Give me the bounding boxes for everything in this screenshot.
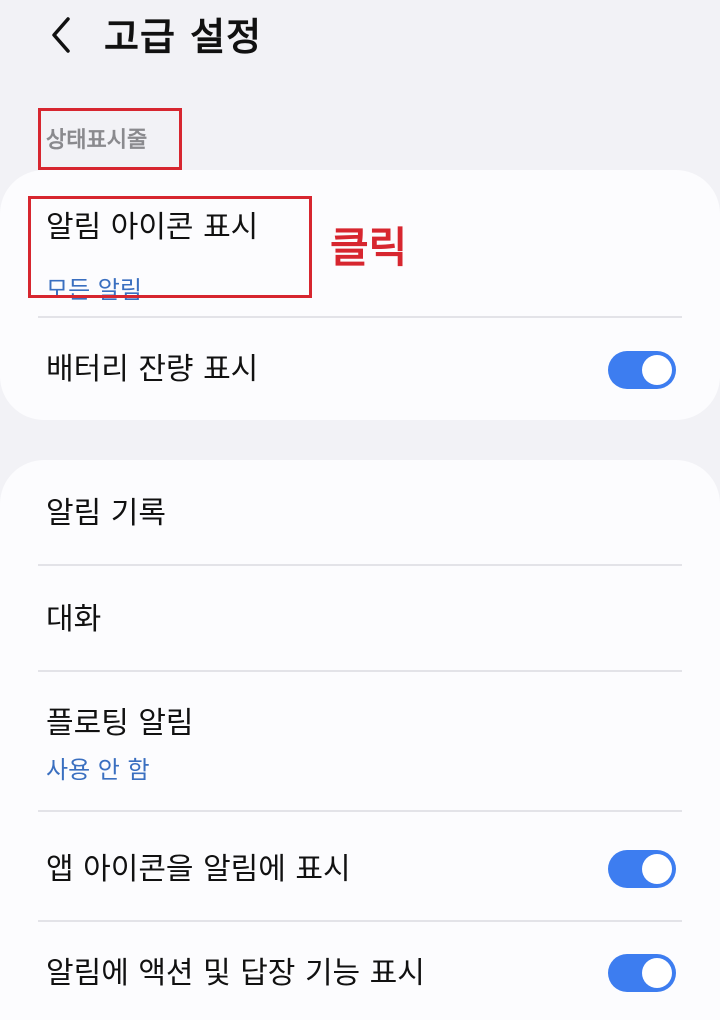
notification-settings-card: 알림 기록 대화 플로팅 알림 사용 안 함 앱 아이콘을 알림에 표시 알림에… xyxy=(0,460,720,1020)
item-title: 알림 아이콘 표시 xyxy=(46,210,259,245)
status-bar-settings-card: 알림 아이콘 표시 모든 알림 배터리 잔량 표시 xyxy=(0,170,720,420)
chevron-left-icon xyxy=(52,17,70,53)
floating-notifications-item[interactable]: 플로팅 알림 사용 안 함 xyxy=(0,672,720,810)
click-annotation: 클릭 xyxy=(330,223,408,272)
item-title: 플로팅 알림 xyxy=(46,706,194,741)
show-app-icon-item[interactable]: 앱 아이콘을 알림에 표시 xyxy=(0,812,720,920)
toggle-knob xyxy=(642,355,672,385)
show-app-icon-toggle[interactable] xyxy=(608,850,676,888)
section-label-status-bar: 상태표시줄 xyxy=(46,128,148,153)
item-title: 앱 아이콘을 알림에 표시 xyxy=(46,852,351,887)
item-title: 알림에 액션 및 답장 기능 표시 xyxy=(46,956,425,991)
battery-level-toggle[interactable] xyxy=(608,351,676,389)
item-title: 알림 기록 xyxy=(46,496,166,531)
actions-replies-toggle[interactable] xyxy=(608,954,676,992)
back-button[interactable] xyxy=(36,10,86,60)
toggle-knob xyxy=(642,854,672,884)
item-title: 배터리 잔량 표시 xyxy=(46,352,259,387)
battery-level-display-item[interactable]: 배터리 잔량 표시 xyxy=(0,318,720,418)
actions-replies-item[interactable]: 알림에 액션 및 답장 기능 표시 xyxy=(0,922,720,1006)
item-value: 모든 알림 xyxy=(46,276,142,304)
app-header: 고급 설정 xyxy=(0,0,720,80)
conversations-item[interactable]: 대화 xyxy=(0,566,720,670)
item-title: 대화 xyxy=(46,602,102,637)
page-title: 고급 설정 xyxy=(104,15,263,59)
toggle-knob xyxy=(642,958,672,988)
item-value: 사용 안 함 xyxy=(46,756,150,784)
notification-history-item[interactable]: 알림 기록 xyxy=(0,460,720,564)
